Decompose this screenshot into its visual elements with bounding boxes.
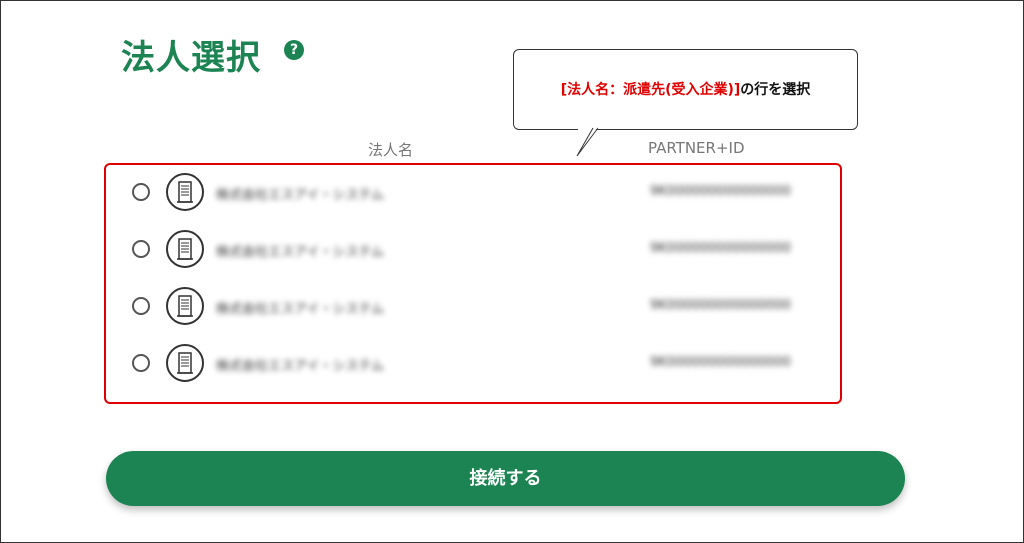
radio-button[interactable]: [132, 240, 150, 258]
callout-tooltip: [法人名：派遣先(受入企業)]の行を選択: [513, 49, 858, 130]
radio-button[interactable]: [132, 354, 150, 372]
building-icon: [166, 230, 204, 268]
company-name: 株式会社エスアイ・システム: [216, 188, 384, 203]
company-name: 株式会社エスアイ・システム: [216, 302, 384, 317]
list-item[interactable]: 株式会社エスアイ・システム 9K000000000000000: [106, 228, 840, 272]
callout-suffix: の行を選択: [740, 82, 811, 98]
column-header-name: 法人名: [368, 141, 414, 159]
partner-id: 9K000000000000000: [650, 298, 791, 313]
radio-button[interactable]: [132, 183, 150, 201]
column-header-partner-id: PARTNER+ID: [648, 139, 745, 157]
partner-id: 9K000000000000000: [650, 355, 791, 370]
page-title: 法人選択: [121, 38, 261, 78]
callout-highlight: [法人名：派遣先(受入企業)]: [560, 82, 741, 98]
partner-id: 9K000000000000000: [650, 241, 791, 256]
question-circle-icon[interactable]: ?: [284, 40, 304, 60]
radio-button[interactable]: [132, 297, 150, 315]
company-list: 株式会社エスアイ・システム 9K000000000000000 株式会社エスアイ…: [104, 163, 842, 404]
company-name: 株式会社エスアイ・システム: [216, 245, 384, 260]
list-item[interactable]: 株式会社エスアイ・システム 9K000000000000000: [106, 342, 840, 386]
building-icon: [166, 287, 204, 325]
company-name: 株式会社エスアイ・システム: [216, 359, 384, 374]
partner-id: 9K000000000000000: [650, 184, 791, 199]
building-icon: [166, 344, 204, 382]
connect-button[interactable]: 接続する: [106, 451, 905, 506]
list-item[interactable]: 株式会社エスアイ・システム 9K000000000000000: [106, 285, 840, 329]
building-icon: [166, 173, 204, 211]
callout-text: [法人名：派遣先(受入企業)]の行を選択: [514, 79, 857, 99]
list-item[interactable]: 株式会社エスアイ・システム 9K000000000000000: [106, 171, 840, 215]
